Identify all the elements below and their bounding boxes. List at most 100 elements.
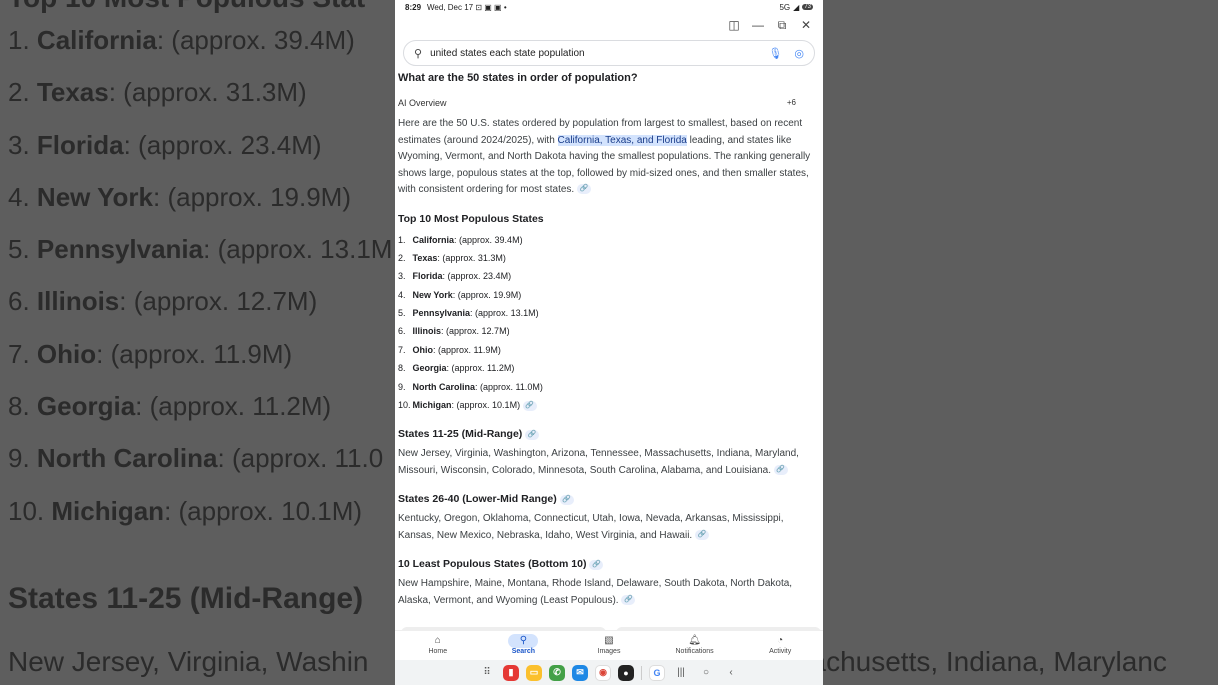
section-title-text: States 26-40 (Lower-Mid Range) (398, 493, 557, 506)
messages-app-icon[interactable]: ✉ (572, 664, 588, 681)
chrome-app-icon[interactable]: ◉ (595, 664, 611, 681)
bg-list-item: 10. Michigan: (approx. 10.1M) (8, 485, 392, 537)
list-item-num: 10. (398, 400, 411, 411)
section-title-text: 10 Least Populous States (Bottom 10) (398, 558, 587, 571)
bg-item-value: : (approx. 12.7M) (119, 286, 318, 317)
nav-images[interactable]: ▧ Images (579, 631, 639, 660)
phone-app-icon[interactable]: ✆ (549, 664, 565, 681)
list-item-value: : (approx. 12.7M) (441, 326, 510, 337)
bg-list-item: 2. Texas: (approx. 31.3M) (8, 66, 392, 118)
google-app-icon[interactable]: G (649, 664, 665, 681)
bg-line-right: sachusetts, Indiana, Marylanc (796, 646, 1167, 677)
list-item: 9. North Carolina: (approx. 11.0M) (398, 378, 820, 396)
dock-separator (641, 665, 642, 680)
window-controls: ◫ — ⧉ ✕ (395, 14, 823, 36)
search-input[interactable]: united states each state population (430, 48, 768, 59)
section-title: States 11-25 (Mid-Range) 🔗 (398, 428, 820, 440)
bg-list-item: 5. Pennsylvania: (approx. 13.1M (8, 223, 392, 275)
minimize-icon[interactable]: — (751, 18, 765, 32)
bg-item-value: : (approx. 19.9M) (153, 181, 351, 212)
bg-item-num: 7. (8, 338, 30, 369)
nav-notifications-label: Notifications (675, 648, 714, 655)
section-line: Kentucky, Oregon, Oklahoma, Connecticut,… (398, 513, 784, 525)
list-item-value: : (approx. 11.2M) (446, 363, 515, 374)
bg-item-value: : (approx. 39.4M) (156, 25, 355, 55)
section-line: Alaska, Vermont, and Wyoming (Least Popu… (398, 594, 619, 606)
ai-overview-header: AI Overview +6 (398, 98, 820, 108)
list-item: 1. California: (approx. 39.4M) (398, 231, 820, 249)
link-icon[interactable]: 🔗 (621, 595, 636, 606)
nav-notifications[interactable]: 🔔︎ Notifications (665, 631, 725, 660)
list-item-state: Ohio (412, 344, 434, 355)
list-item-num: 9. (398, 381, 406, 392)
bg-list-item: 1. California: (approx. 39.4M) (8, 14, 392, 66)
intro-highlight: California, Texas, and Florida (557, 134, 687, 146)
red-app-icon[interactable]: ▮ (503, 664, 519, 681)
list-item-num: 8. (398, 363, 406, 374)
signal-label: 5G (779, 2, 791, 12)
list-item: 8. Georgia: (approx. 11.2M) (398, 359, 820, 377)
list-item-num: 5. (398, 308, 406, 319)
lens-icon[interactable]: ◎ (794, 47, 804, 60)
nav-home[interactable]: ⌂ Home (408, 631, 468, 660)
recents-icon[interactable]: ||| (672, 667, 690, 678)
bg-line-left: New Jersey, Virginia, Washin (8, 646, 369, 677)
sections: States 11-25 (Mid-Range) 🔗 New Jersey, Vi… (398, 428, 820, 609)
link-icon[interactable]: 🔗 (589, 559, 604, 570)
section-paragraph: New Hampshire, Maine, Montana, Rhode Isl… (398, 576, 820, 609)
list-item-value: : (approx. 39.4M) (454, 234, 523, 245)
bg-item-value: : (approx. 11.0 (217, 443, 384, 474)
bg-item-state: Ohio (36, 338, 97, 369)
section-paragraph: Kentucky, Oregon, Oklahoma, Connecticut,… (398, 511, 820, 544)
bg-item-value: : (approx. 10.1M) (164, 495, 363, 526)
link-icon[interactable]: 🔗 (695, 530, 709, 541)
list-item-state: Michigan (412, 400, 452, 411)
nav-search[interactable]: ⚲ Search (493, 631, 553, 660)
home-button-icon[interactable]: ○ (697, 667, 715, 678)
back-icon[interactable]: ‹ (722, 667, 740, 678)
bg-list-item: 9. North Carolina: (approx. 11.0 (8, 432, 392, 484)
bg-item-state: Illinois (36, 286, 120, 317)
nav-activity[interactable]: ◔ Activity (750, 631, 810, 660)
link-icon[interactable]: 🔗 (559, 494, 574, 505)
bg-list-item: 6. Illinois: (approx. 12.7M) (8, 275, 392, 327)
sources-count[interactable]: +6 (787, 98, 796, 108)
link-icon[interactable]: 🔗 (525, 429, 540, 440)
bg-item-num: 1. (8, 25, 30, 55)
list-item: 10. Michigan: (approx. 10.1M) 🔗 (398, 396, 820, 414)
ai-overview-label: AI Overview (398, 98, 447, 108)
microphone-icon[interactable]: 🎙 (768, 47, 782, 60)
notes-app-icon[interactable]: ▭ (526, 664, 542, 681)
list-item: 6. Illinois: (approx. 12.7M) (398, 322, 820, 340)
list-item-state: Pennsylvania (412, 308, 471, 319)
section-line: Missouri, Wisconsin, Colorado, Minnesota… (398, 464, 771, 476)
bg-item-value: : (approx. 13.1M (203, 234, 393, 265)
bg-section-title: States 11-25 (Mid-Range) (8, 582, 364, 615)
bg-item-num: 8. (8, 391, 30, 422)
split-view-icon[interactable]: ◫ (727, 18, 741, 32)
link-icon[interactable]: 🔗 (522, 400, 537, 411)
app-drawer-icon[interactable]: ⠿ (478, 667, 496, 678)
list-item-value: : (approx. 11.0M) (475, 381, 543, 392)
link-icon[interactable]: 🔗 (576, 184, 591, 195)
bg-item-state: California (36, 25, 157, 55)
list-item-value: : (approx. 19.9M) (452, 289, 522, 300)
camera-app-icon[interactable]: ● (618, 664, 634, 681)
status-date: Wed, Dec 17 (427, 2, 474, 12)
list-item-value: : (approx. 23.4M) (442, 271, 512, 282)
bg-item-num: 6. (8, 286, 30, 317)
bg-item-num: 3. (8, 129, 30, 160)
close-icon[interactable]: ✕ (799, 18, 813, 32)
images-icon: ▧ (604, 635, 614, 646)
list-item-value: : (approx. 13.1M) (470, 308, 539, 319)
section-title: 10 Least Populous States (Bottom 10) 🔗 (398, 558, 820, 570)
list-item-state: Florida (412, 271, 443, 282)
list-item-num: 6. (398, 326, 406, 337)
bg-item-state: Texas (36, 77, 109, 108)
maximize-icon[interactable]: ⧉ (775, 18, 789, 33)
nav-activity-label: Activity (769, 648, 792, 655)
search-bar[interactable]: ⚲ united states each state population 🎙 … (403, 40, 815, 66)
link-icon[interactable]: 🔗 (773, 465, 788, 476)
section-line: New Hampshire, Maine, Montana, Rhode Isl… (398, 578, 793, 590)
list-item-state: Georgia (412, 363, 447, 374)
